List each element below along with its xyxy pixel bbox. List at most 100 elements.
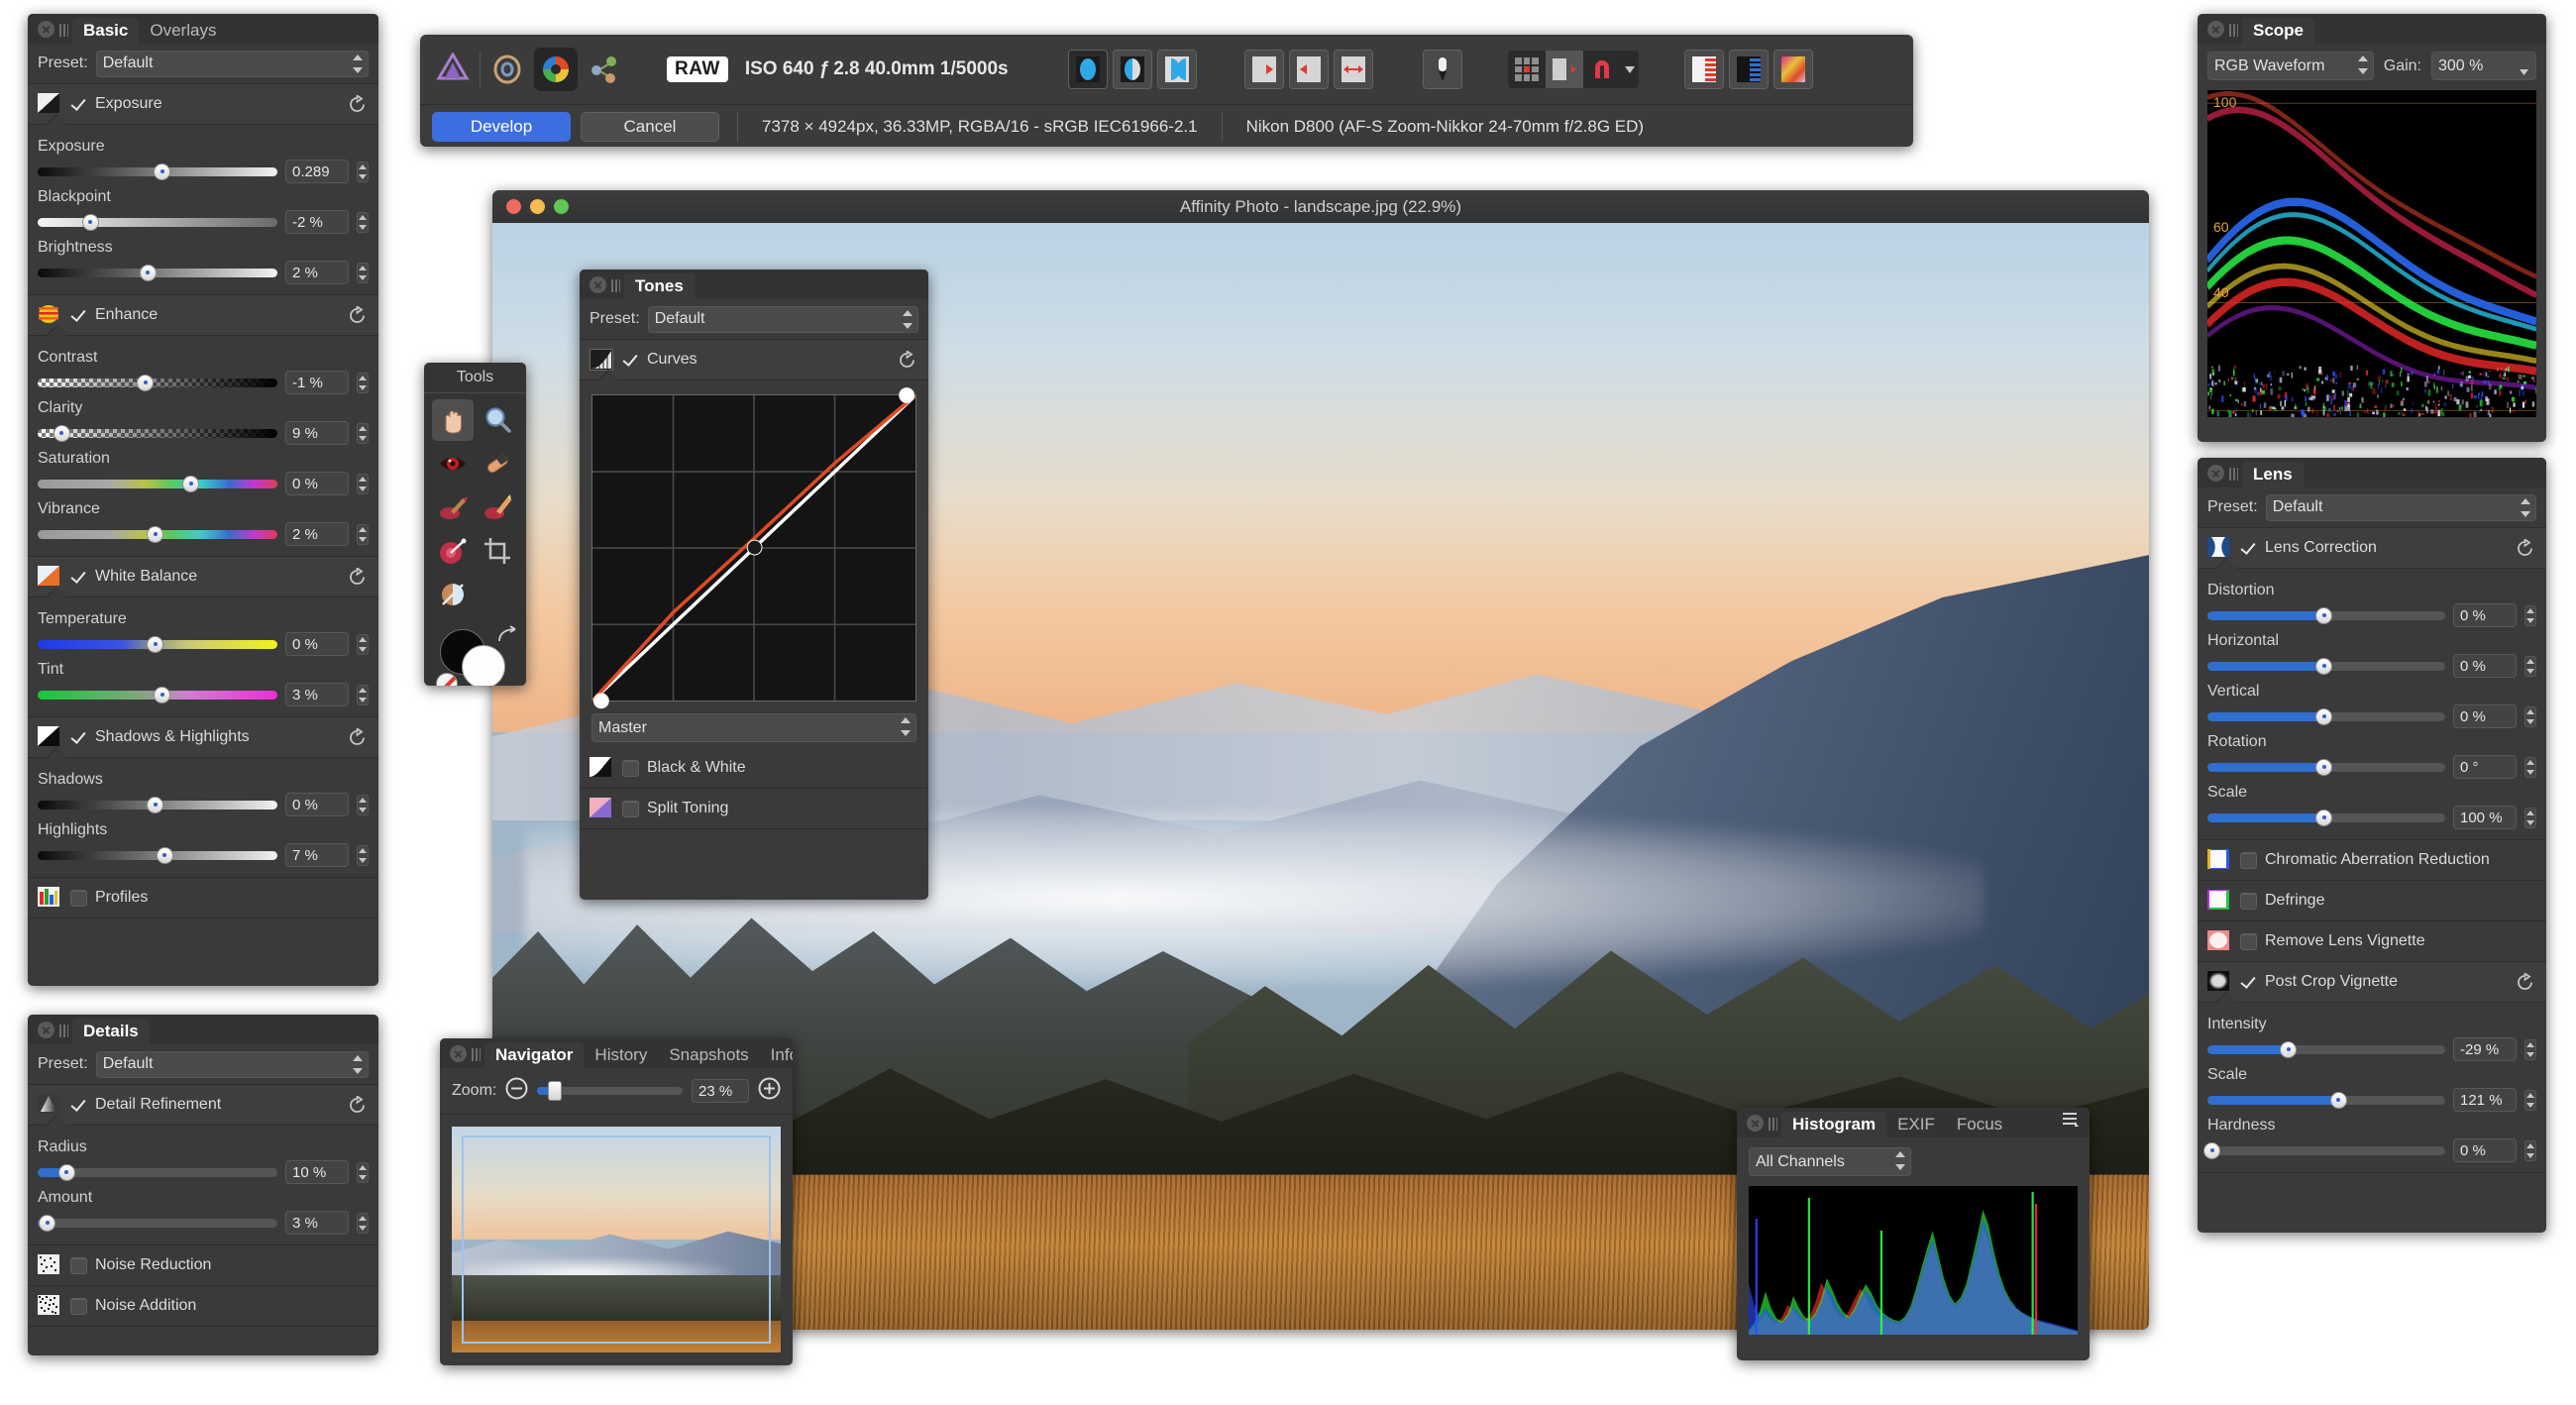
slider-knob[interactable] [147,797,163,813]
details-panel-tabs[interactable]: Details [72,1015,150,1044]
preset-select[interactable]: Default [96,1051,369,1078]
share-icon[interactable] [584,49,625,90]
slider-stepper[interactable] [357,1213,369,1234]
stepper-icon[interactable] [353,54,363,73]
shadow-clip-icon[interactable] [1684,50,1724,89]
reset-icon[interactable] [2516,539,2534,558]
row-checkbox[interactable] [2240,852,2257,869]
row-checkbox[interactable] [70,890,87,907]
slider-row[interactable]: 0 % [38,632,369,656]
slider-track[interactable] [38,801,277,810]
preset-select[interactable]: Default [648,306,918,333]
row-checkbox[interactable] [70,1257,87,1274]
slider-row[interactable]: 0 % [2207,654,2536,678]
stepper-icon[interactable] [2358,55,2368,74]
tab-details[interactable]: Details [72,1019,150,1044]
tab-lens[interactable]: Lens [2242,462,2304,487]
slider-row[interactable]: 7 % [38,843,369,867]
slider-row[interactable]: 121 % [2207,1088,2536,1112]
checkbox-row-noise-addition[interactable]: Noise Addition [28,1286,378,1327]
section-shadows-highlights[interactable]: Shadows & Highlights [28,717,378,758]
tab-scope[interactable]: Scope [2242,18,2314,44]
tab-focus[interactable]: Focus [1946,1112,2013,1137]
navigator-thumbnail[interactable] [452,1127,781,1352]
basic-preset-row[interactable]: Preset: Default [28,44,378,84]
slider-row[interactable]: 0 % [2207,1138,2536,1162]
slider-row[interactable]: 10 % [38,1160,369,1184]
panel-menu-icon[interactable] [2063,1112,2080,1132]
drag-grip-icon[interactable] [1769,1118,1777,1131]
slider-row[interactable]: 3 % [38,1211,369,1235]
slider-value-field[interactable]: 0 ° [2453,755,2517,779]
slider-value-field[interactable]: 0 % [285,472,349,495]
checkbox-row-defringe[interactable]: Defringe [2198,881,2546,921]
section-checkbox[interactable] [70,729,87,746]
stepper-icon[interactable] [1895,1151,1905,1170]
curves-graph[interactable] [591,394,916,702]
slider-knob[interactable] [39,1215,55,1232]
slider-track[interactable] [2207,1146,2445,1155]
zoom-value-field[interactable]: 23 % [692,1079,749,1103]
preset-select[interactable]: Default [2266,494,2536,521]
slider-knob[interactable] [154,163,170,180]
slider-track[interactable] [38,640,277,649]
zoom-slider[interactable] [537,1087,683,1095]
slider-value-field[interactable]: 121 % [2453,1088,2517,1112]
slider-stepper[interactable] [2524,605,2536,626]
curves-channel-select[interactable]: Master [591,713,916,742]
preset-select[interactable]: Default [96,51,369,77]
tab-exif[interactable]: EXIF [1886,1112,1946,1137]
tab-overlays[interactable]: Overlays [139,18,227,44]
slider-stepper[interactable] [357,162,369,182]
row-checkbox[interactable] [2240,933,2257,950]
histogram-channel-select[interactable]: All Channels [1749,1147,1911,1176]
zoom-out-icon[interactable] [505,1077,528,1105]
swap-colors-icon[interactable] [496,625,518,650]
lens-panel-tabs[interactable]: Lens [2242,458,2304,487]
drag-grip-icon[interactable] [2229,24,2238,37]
blemish-removal-tool-icon[interactable] [477,443,518,485]
navigator-panel[interactable]: Navigator History Snapshots Info Zoom: 2… [440,1038,793,1365]
stepper-icon[interactable] [903,310,912,329]
slider-value-field[interactable]: 100 % [2453,806,2517,829]
slider-row[interactable]: 0 % [2207,704,2536,728]
slider-stepper[interactable] [357,423,369,444]
histogram-panel-titlebar[interactable]: Histogram EXIF Focus [1737,1108,2090,1137]
zoom-in-icon[interactable] [758,1077,781,1105]
slider-value-field[interactable]: 0 % [2453,603,2517,627]
drag-grip-icon[interactable] [2229,468,2238,481]
slider-row[interactable]: 0 % [38,793,369,816]
checkbox-row-profiles[interactable]: Profiles [28,878,378,919]
stepper-icon[interactable] [2521,498,2530,517]
overlay-group[interactable] [1508,51,1639,88]
slider-row[interactable]: -1 % [38,371,369,394]
tones-preset-row[interactable]: Preset: Default [580,299,928,340]
slider-track[interactable] [2207,813,2445,822]
section-white-balance[interactable]: White Balance [28,557,378,597]
red-eye-removal-tool-icon[interactable] [432,443,474,485]
drag-grip-icon[interactable] [59,24,68,37]
no-color-icon[interactable] [436,673,458,686]
basic-panel[interactable]: Basic Overlays Preset: Default +- Exposu… [28,14,378,986]
tab-info[interactable]: Info [760,1042,793,1068]
slider-row[interactable]: -29 % [2207,1037,2536,1061]
slider-stepper[interactable] [2524,656,2536,677]
checkbox-row-noise-reduction[interactable]: Noise Reduction [28,1245,378,1286]
slider-value-field[interactable]: -29 % [2453,1037,2517,1061]
overlay-erase-tool-icon[interactable] [477,486,518,528]
persona-develop-icon[interactable] [534,48,578,91]
chevron-down-icon[interactable] [1621,51,1639,88]
row-checkbox[interactable] [70,1298,87,1315]
persona-color-icon[interactable] [486,49,528,90]
reset-icon[interactable] [348,728,367,747]
slider-stepper[interactable] [357,263,369,283]
histogram-panel-tabs[interactable]: Histogram EXIF Focus [1781,1108,2013,1137]
gain-select[interactable]: 300 % [2431,52,2536,80]
color-swatch-area[interactable] [424,623,526,686]
slider-knob[interactable] [147,636,163,653]
tones-panel[interactable]: Tones Preset: Default Curves [580,270,928,900]
scope-group[interactable] [1684,50,1813,89]
view-split-icon[interactable] [1113,50,1152,89]
lens-preset-row[interactable]: Preset: Default [2198,487,2546,528]
slider-row[interactable]: -2 % [38,210,369,234]
